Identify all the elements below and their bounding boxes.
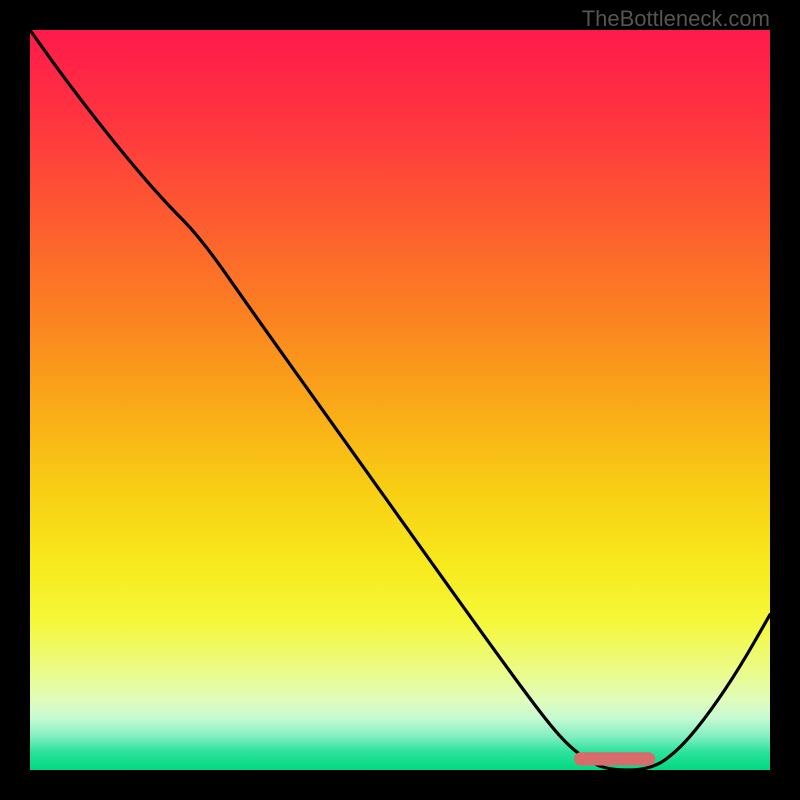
plot-area [30,30,770,770]
chart-frame: TheBottleneck.com [0,0,800,800]
bottleneck-chart [30,30,770,770]
optimal-marker [574,752,655,765]
watermark-text: TheBottleneck.com [582,6,770,32]
gradient-background [30,30,770,770]
